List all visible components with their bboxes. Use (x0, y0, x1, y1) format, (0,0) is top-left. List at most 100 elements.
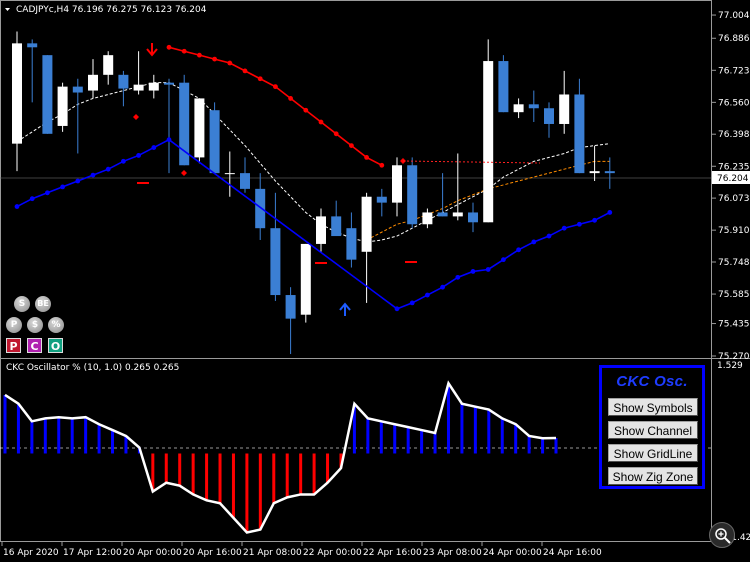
price-tick-label: 76.398 (718, 130, 750, 140)
candle (57, 82, 68, 132)
lower-band-dot (90, 172, 96, 178)
candle (103, 51, 114, 85)
upper-band-dot (257, 76, 263, 82)
candle-body (346, 228, 357, 260)
lower-band-dot (14, 204, 20, 209)
osc-line (4, 380, 557, 534)
show-symbols-button[interactable]: Show Symbols (608, 398, 698, 416)
candle (331, 200, 342, 237)
p-round-button[interactable]: P (6, 317, 22, 333)
candle (422, 208, 433, 229)
time-tick-label: 17 Apr 12:00 (63, 548, 122, 558)
candle-body (224, 173, 235, 175)
candle (148, 74, 159, 99)
price-tick-label: 75.435 (718, 320, 750, 330)
candle-body (422, 212, 433, 225)
dollar-button[interactable]: $ (27, 317, 43, 333)
candle-body (285, 295, 296, 319)
candle-body (574, 94, 585, 174)
show-channel-button[interactable]: Show Channel (608, 421, 698, 439)
candle (528, 90, 539, 123)
symbol-header: CADJPYc,H4 76.196 76.275 76.123 76.204 (16, 5, 207, 15)
candle (72, 78, 83, 154)
candles (12, 31, 615, 355)
candle (240, 157, 250, 193)
price-tick-label: 75.748 (718, 258, 750, 268)
marker-dash (315, 262, 327, 264)
upper-band-dot (288, 96, 293, 101)
candle-body (42, 55, 53, 134)
lower-band-dot (592, 217, 597, 223)
candle-body (498, 61, 509, 113)
marker-dash (405, 261, 417, 263)
percent-button[interactable]: % (48, 317, 64, 333)
candle-body (148, 82, 159, 91)
lower-band-dot (409, 300, 415, 306)
lower-band-dot (455, 274, 461, 280)
time-tick-label: 22 Apr 16:00 (363, 548, 422, 558)
candle (574, 78, 585, 174)
candle (316, 208, 326, 252)
price-tick-label: 75.585 (718, 290, 750, 300)
price-tick-label: 76.723 (718, 66, 750, 76)
lower-band-dot (394, 306, 400, 312)
show-zig-zone-button[interactable]: Show Zig Zone (608, 467, 698, 485)
candle (589, 145, 600, 181)
s-button[interactable]: S (14, 296, 30, 312)
candle (544, 102, 554, 138)
candle (604, 157, 615, 189)
panel-title: CKC Osc. (616, 373, 688, 390)
zoom-button[interactable] (709, 522, 735, 548)
lower-band (16, 138, 611, 310)
o-square-button[interactable]: O (48, 338, 63, 353)
candle-body (361, 196, 372, 252)
candle-body (12, 43, 22, 144)
lower-band-dot (561, 225, 567, 231)
marker-dash (137, 182, 149, 184)
oscillator-series (3, 380, 558, 534)
candle (452, 153, 463, 221)
sub-axis-top-label: 1.529 (717, 361, 743, 371)
indicator-header: CKC Oscillator % (10, 1.0) 0.265 0.265 (6, 363, 179, 373)
time-axis: 16 Apr 2020 17 Apr 12:00 20 Apr 00:00 20 Ap… (1, 542, 602, 558)
lower-band-dot (501, 257, 506, 263)
time-tick-label: 24 Apr 16:00 (543, 548, 602, 558)
candle (498, 55, 509, 113)
upper-band-dot (227, 60, 233, 66)
candle-body (437, 212, 448, 217)
price-tick-label: 76.235 (718, 162, 750, 172)
lower-band-dot (531, 239, 537, 245)
candle-body (194, 98, 205, 158)
ckc-control-panel: CKC Osc. Show Symbols Show Channel Show … (599, 365, 705, 489)
candle (392, 157, 402, 217)
be-button[interactable]: BE (35, 296, 51, 312)
zoom-icon (715, 528, 731, 544)
p-square-button[interactable]: P (6, 338, 21, 353)
show-gridline-button[interactable]: Show GridLine (608, 444, 698, 462)
dropdown-arrow-icon[interactable] (5, 8, 10, 11)
upper-band-dot (242, 68, 248, 74)
candle-body (376, 196, 387, 203)
candle (270, 192, 281, 301)
candle-body (88, 74, 98, 91)
c-square-button[interactable]: C (27, 338, 42, 353)
lower-band-dot (485, 267, 491, 272)
target-line (402, 160, 541, 164)
upper-band-dot (318, 119, 324, 125)
candle-body (118, 74, 129, 89)
price-tick-label: 77.004 (718, 11, 750, 21)
price-tick-label: 76.073 (718, 194, 750, 204)
candle-body (468, 212, 478, 223)
candle (118, 70, 129, 107)
candle (559, 70, 570, 134)
time-tick-label: 20 Apr 00:00 (123, 548, 182, 558)
current-price: 76.204 (717, 174, 749, 184)
candle (483, 39, 494, 223)
upper-band-dot (349, 143, 354, 149)
up-arrow-icon (339, 302, 351, 316)
candle-body (270, 228, 281, 296)
lower-band-dot (440, 284, 445, 290)
lower-band-dot (151, 145, 157, 150)
price-tick-label: 76.560 (718, 98, 750, 108)
candle-body (27, 43, 38, 48)
